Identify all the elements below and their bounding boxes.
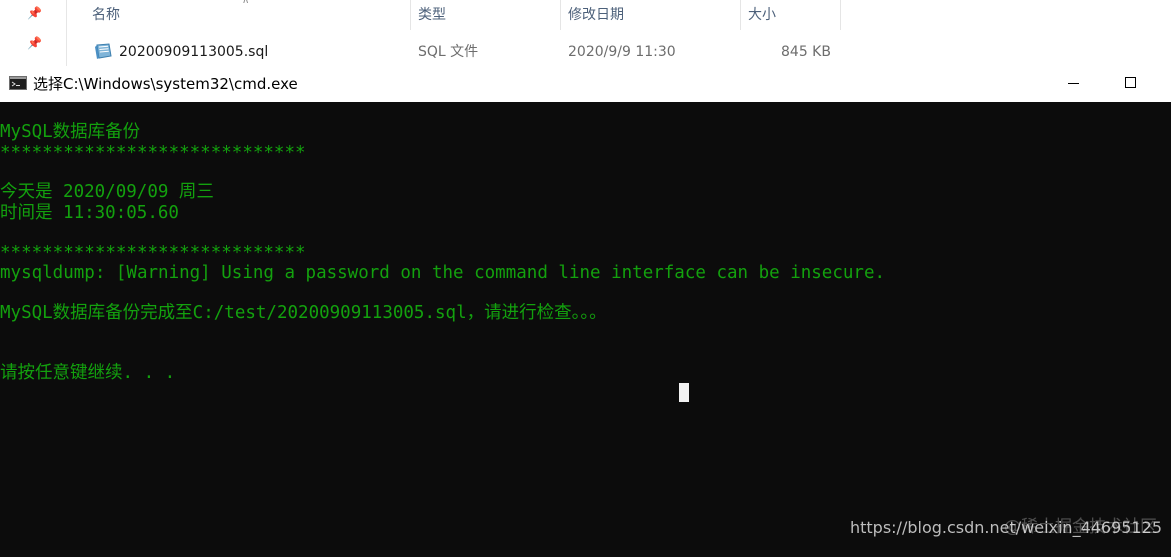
console-line: ***************************** xyxy=(0,243,306,263)
minimize-icon xyxy=(1068,83,1079,84)
console-line: mysqldump: [Warning] Using a password on… xyxy=(0,263,886,283)
column-divider[interactable] xyxy=(840,0,841,30)
explorer-window: 📌 📌 ∧ 名称 类型 修改日期 大小 20200909113005.sql S… xyxy=(0,0,1171,67)
window-title: 选择C:\Windows\system32\cmd.exe xyxy=(33,75,298,93)
console-line: 今天是 2020/09/09 周三 xyxy=(0,182,214,202)
pin-icon[interactable]: 📌 xyxy=(27,36,42,50)
nav-pane-divider xyxy=(66,0,67,66)
column-header-modified[interactable]: 修改日期 xyxy=(568,5,624,25)
sort-ascending-icon: ∧ xyxy=(242,0,250,6)
column-divider[interactable] xyxy=(560,0,561,30)
column-divider[interactable] xyxy=(410,0,411,30)
file-size: 845 KB xyxy=(781,44,831,60)
console-line: MySQL数据库备份完成至C:/test/20200909113005.sql，… xyxy=(0,303,607,323)
console-line: 请按任意键继续. . . xyxy=(0,363,176,383)
column-divider[interactable] xyxy=(740,0,741,30)
console-line: 时间是 11:30:05.60 xyxy=(0,203,179,223)
text-cursor xyxy=(679,383,689,402)
cmd-window[interactable]: 选择C:\Windows\system32\cmd.exe MySQL数据库备份… xyxy=(0,66,1171,557)
column-header-size[interactable]: 大小 xyxy=(748,5,776,25)
minimize-button[interactable] xyxy=(1045,66,1105,102)
console-line: MySQL数据库备份 xyxy=(0,122,141,142)
cmd-app-icon[interactable] xyxy=(9,76,27,90)
file-name[interactable]: 20200909113005.sql xyxy=(119,42,268,62)
file-type: SQL 文件 xyxy=(418,44,479,60)
file-modified: 2020/9/9 11:30 xyxy=(568,44,676,60)
sql-file-icon xyxy=(95,43,112,59)
console-output[interactable]: MySQL数据库备份 *****************************… xyxy=(0,102,1171,557)
maximize-icon xyxy=(1125,77,1136,88)
pin-icon[interactable]: 📌 xyxy=(27,6,42,20)
column-header-name[interactable]: 名称 xyxy=(92,5,120,25)
cmd-titlebar[interactable]: 选择C:\Windows\system32\cmd.exe xyxy=(0,66,1171,102)
watermark-site: @稀土掘金技术社区 xyxy=(1004,517,1157,537)
console-line: ***************************** xyxy=(0,143,306,163)
maximize-button[interactable] xyxy=(1101,66,1161,102)
column-header-type[interactable]: 类型 xyxy=(418,5,446,25)
